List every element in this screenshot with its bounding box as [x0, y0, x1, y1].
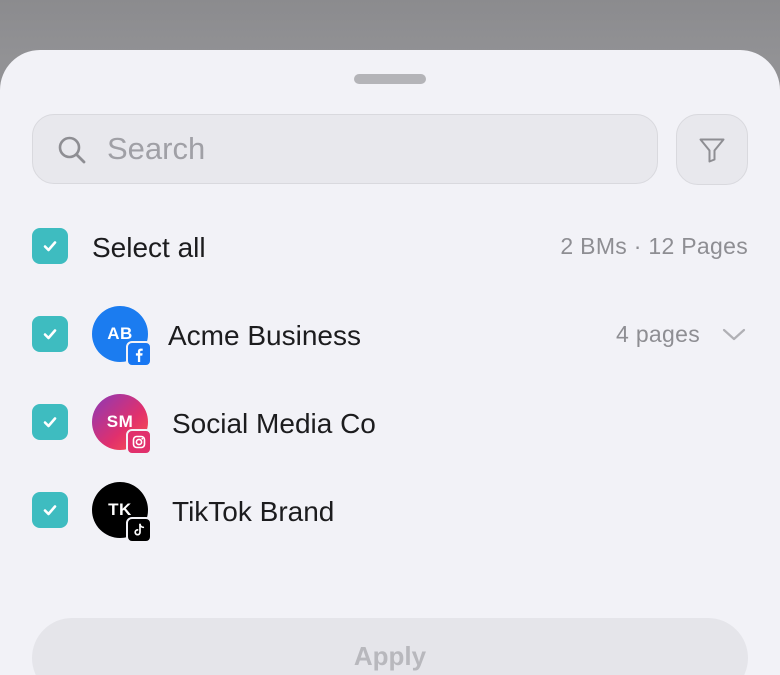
account-name: Social Media Co [172, 408, 376, 439]
selection-summary: 2 BMs · 12 Pages [560, 233, 748, 259]
checkmark-icon [43, 417, 57, 428]
apply-button[interactable]: Apply [32, 618, 748, 675]
select-all-checkbox[interactable] [32, 228, 68, 264]
search-bar[interactable] [32, 114, 658, 184]
select-all-label: Select all [92, 232, 206, 263]
search-icon [58, 136, 86, 164]
filter-button[interactable] [676, 114, 748, 185]
tiktok-icon [126, 517, 152, 543]
checkmark-icon [43, 505, 57, 516]
chevron-down-icon[interactable] [722, 326, 746, 342]
account-checkbox[interactable] [32, 316, 68, 352]
instagram-icon [126, 429, 152, 455]
bottom-sheet: Select all 2 BMs · 12 Pages AB Acme Busi… [0, 50, 780, 675]
filter-icon [699, 138, 725, 162]
sheet-grabber-handle[interactable] [354, 74, 426, 84]
checkmark-icon [43, 241, 57, 252]
apply-label: Apply [353, 640, 427, 671]
checkmark-icon [43, 329, 57, 340]
account-name: TikTok Brand [172, 496, 335, 527]
facebook-icon [126, 341, 152, 367]
account-checkbox[interactable] [32, 404, 68, 440]
account-name: Acme Business [168, 320, 361, 351]
search-input[interactable] [107, 115, 627, 182]
page-count: 4 pages [616, 321, 700, 347]
account-checkbox[interactable] [32, 492, 68, 528]
